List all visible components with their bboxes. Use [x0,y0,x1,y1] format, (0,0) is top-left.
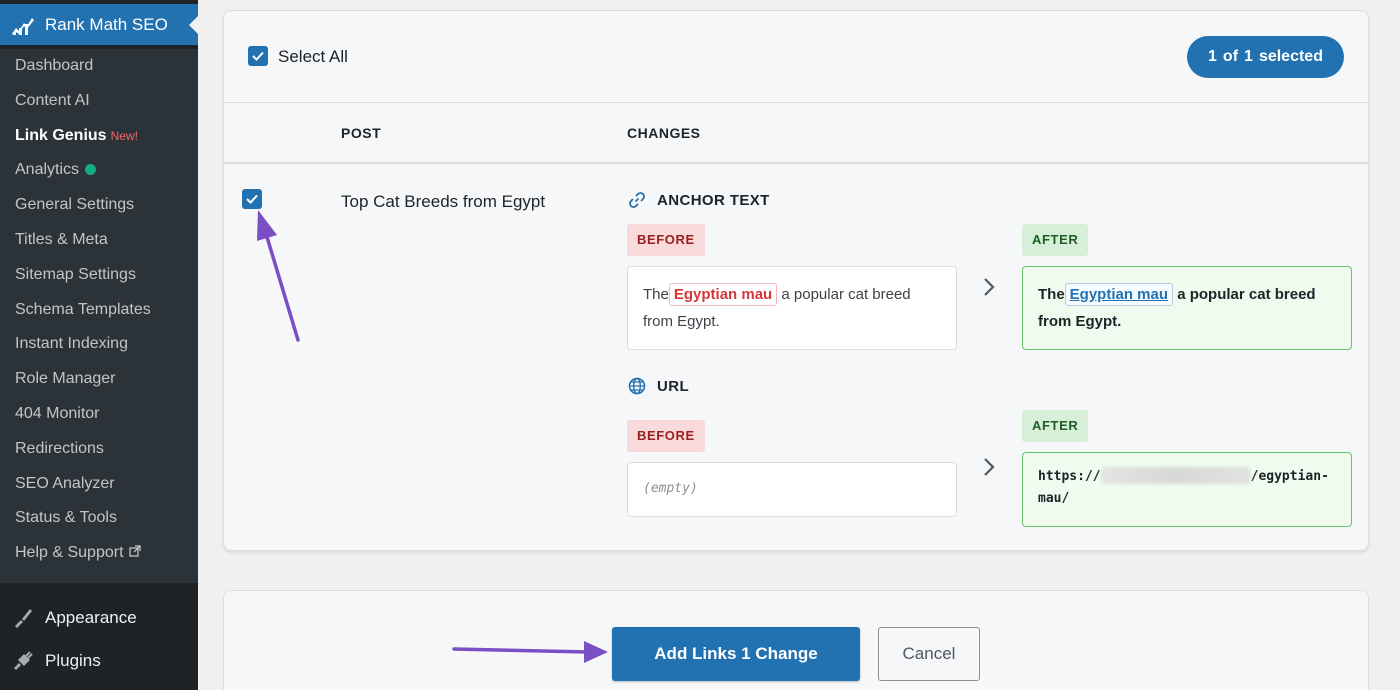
after-tag: AFTER [1022,224,1089,256]
after-tag: AFTER [1022,410,1089,442]
selected-count-of: of [1222,48,1239,65]
status-dot-icon [85,164,97,176]
menu-title: Rank Math SEO [45,14,168,34]
current-menu-notch [189,16,198,34]
sidebar-item-label: Link Genius [15,126,107,144]
anchor-before-preview: The Egyptian mau a popular cat breed from… [627,266,957,350]
post-title[interactable]: Top Cat Breeds from Egypt [341,192,545,212]
column-header-changes: CHANGES [627,125,701,141]
chevron-right-icon [984,278,995,296]
sidebar-item-general-settings[interactable]: General Settings [0,188,198,223]
highlighted-keyword: Egyptian mau [668,283,778,306]
rank-math-logo-icon [12,17,34,35]
cancel-button[interactable]: Cancel [878,627,980,681]
link-changes-panel: Select All 1 of 1 selected POST CHANGES … [223,10,1369,551]
sidebar-item-instant-indexing[interactable]: Instant Indexing [0,327,198,362]
sidebar-item-help-support[interactable]: Help & Support [0,536,198,571]
chevron-right-icon [984,458,995,476]
add-links-button[interactable]: Add Links 1 Change [612,627,860,681]
sidebar-item-redirections[interactable]: Redirections [0,432,198,467]
sidebar-item-dashboard[interactable]: Dashboard [0,49,198,84]
anchor-text-heading: ANCHOR TEXT [627,190,770,210]
sidebar-item-analytics[interactable]: Analytics [0,153,198,188]
sidebar-item-link-genius[interactable]: Link Genius New! [0,119,198,154]
sidebar-item-label: Instant Indexing [15,335,128,353]
checkmark-icon [252,51,264,61]
sidebar-item-label: Schema Templates [15,300,151,318]
before-tag: BEFORE [627,420,705,452]
section-heading-text: ANCHOR TEXT [657,191,770,209]
url-heading: URL [627,376,689,396]
selected-count: 1 [1208,48,1217,65]
link-icon [627,190,647,210]
rank-math-menu-header[interactable]: Rank Math SEO [0,4,198,45]
column-header-post: POST [341,125,382,141]
bulk-selection-bar: Select All 1 of 1 selected [224,11,1368,103]
sidebar-item-status-tools[interactable]: Status & Tools [0,501,198,536]
sidebar-item-label: Titles & Meta [15,230,108,248]
admin-sidebar: Rank Math SEO Dashboard Content AI Link … [0,0,198,690]
preview-text: The [1038,286,1065,303]
sidebar-item-label: Plugins [45,651,101,670]
sidebar-item-content-ai[interactable]: Content AI [0,84,198,119]
sidebar-item-label: General Settings [15,196,135,214]
sidebar-item-appearance[interactable]: Appearance [0,598,198,638]
plug-icon [11,649,35,673]
sidebar-item-label: Help & Support [15,544,124,562]
sidebar-item-seo-analyzer[interactable]: SEO Analyzer [0,467,198,502]
preview-text: The [643,286,669,303]
sidebar-item-label: Sitemap Settings [15,265,136,283]
url-before-preview: (empty) [627,462,957,517]
before-tag: BEFORE [627,224,705,256]
sidebar-item-label: Appearance [45,608,137,627]
empty-value: (empty) [643,481,698,496]
url-after-preview: https:///egyptian-mau/ [1022,452,1352,527]
rank-math-submenu: Dashboard Content AI Link Genius New! Ana… [0,49,198,583]
selected-count-badge: 1 of 1 selected [1187,36,1344,78]
sidebar-item-role-manager[interactable]: Role Manager [0,362,198,397]
globe-icon [627,376,647,396]
select-all-checkbox[interactable] [248,46,268,66]
selected-count-suffix: selected [1258,48,1323,65]
sidebar-item-label: 404 Monitor [15,404,100,422]
section-heading-text: URL [657,377,690,395]
sidebar-item-titles-meta[interactable]: Titles & Meta [0,223,198,258]
url-prefix: https:// [1038,469,1101,484]
blurred-domain [1100,467,1251,484]
select-all-label: Select All [278,47,348,66]
sidebar-item-schema-templates[interactable]: Schema Templates [0,293,198,328]
sidebar-item-404-monitor[interactable]: 404 Monitor [0,397,198,432]
sidebar-item-label: Role Manager [15,370,116,388]
sidebar-item-label: Content AI [15,91,90,109]
sidebar-item-label: SEO Analyzer [15,474,115,492]
new-badge: New! [110,128,138,143]
total-count: 1 [1244,48,1253,65]
row-checkbox[interactable] [242,189,262,209]
sidebar-item-label: Redirections [15,439,104,457]
checkmark-icon [246,194,258,204]
anchor-after-preview: The Egyptian mau a popular cat breed from… [1022,266,1352,350]
linked-keyword[interactable]: Egyptian mau [1064,283,1174,306]
external-link-icon [128,545,141,557]
table-header: POST CHANGES [224,103,1368,164]
sidebar-item-plugins[interactable]: Plugins [0,641,198,681]
paintbrush-icon [11,606,35,630]
sidebar-item-label: Dashboard [15,57,94,74]
sidebar-item-label: Analytics [15,161,80,179]
sidebar-item-sitemap-settings[interactable]: Sitemap Settings [0,258,198,293]
sidebar-item-label: Status & Tools [15,509,117,527]
